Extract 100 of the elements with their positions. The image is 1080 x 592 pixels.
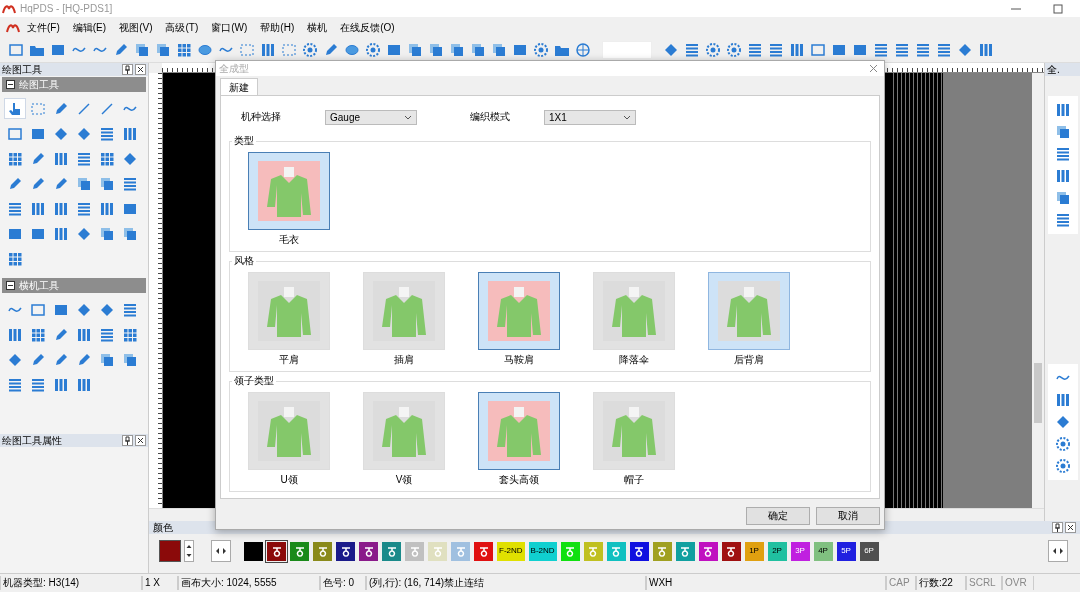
stripes-icon[interactable] [684,42,700,58]
color-swatch[interactable] [652,541,672,561]
close-icon[interactable] [135,435,146,446]
color-swatch[interactable] [698,541,718,561]
mode-dropdown[interactable]: 1X1 [544,109,636,125]
stack-icon[interactable] [449,42,465,58]
color-swatch[interactable] [359,541,378,561]
stripes-icon[interactable] [768,42,784,58]
color-swatch[interactable] [474,541,493,561]
scroll-arrows-icon[interactable] [211,540,231,562]
color-swatch[interactable] [405,541,424,561]
color-swatch[interactable] [629,541,649,561]
spinner-icon[interactable] [184,540,194,562]
color-swatch[interactable] [451,541,470,561]
dialog-button[interactable]: 确定 [746,507,810,525]
color-swatch[interactable] [606,541,626,561]
stack-icon[interactable] [491,42,507,58]
menu-item[interactable]: 视图(V) [112,20,159,35]
stripes-icon[interactable] [936,42,952,58]
scroll-arrows-icon[interactable] [1048,540,1068,562]
gear-icon[interactable] [705,42,721,58]
bars-icon[interactable] [1054,102,1071,118]
stripes-icon[interactable] [747,42,763,58]
diamond-icon[interactable] [663,42,679,58]
tab[interactable]: 新建 [220,78,258,95]
bars-icon[interactable] [789,42,805,58]
grid-icon[interactable] [176,42,192,58]
bars-icon[interactable] [978,42,994,58]
menu-item[interactable]: 帮助(H) [253,20,301,35]
menu-item[interactable]: 编辑(E) [65,20,113,35]
color-swatch[interactable] [313,541,332,561]
color-swatch[interactable]: 5P [836,541,856,561]
bars-icon[interactable] [1054,392,1071,408]
color-swatch[interactable] [382,541,401,561]
bars-icon[interactable] [260,42,276,58]
stack-icon[interactable] [1054,190,1071,206]
bars-icon[interactable] [1054,168,1071,184]
color-swatch[interactable] [583,541,603,561]
menu-item[interactable]: 横机 [300,20,334,35]
pin-icon[interactable] [122,64,133,75]
block-icon[interactable] [831,42,847,58]
stripes-icon[interactable] [894,42,910,58]
menu-item[interactable]: 高级(T) [158,20,205,35]
menu-item[interactable]: 在线反馈(O) [333,20,401,35]
close-icon[interactable] [1065,522,1076,533]
color-swatch[interactable] [267,541,286,561]
collapse-icon[interactable] [6,80,15,89]
scroll-thumb[interactable] [1034,363,1042,423]
stack-icon[interactable] [1054,124,1071,140]
color-swatch[interactable]: 1P [744,541,764,561]
block-icon[interactable] [50,42,66,58]
pencil-icon[interactable] [113,42,129,58]
block-icon[interactable] [512,42,528,58]
stripes-icon[interactable] [1054,146,1071,162]
stack-icon[interactable] [407,42,423,58]
color-swatch[interactable]: 2P [767,541,787,561]
restore-icon[interactable] [1052,3,1064,14]
color-swatch[interactable] [336,541,355,561]
diamond-icon[interactable] [957,42,973,58]
gear-icon[interactable] [533,42,549,58]
stack-icon[interactable] [428,42,444,58]
close-icon[interactable] [135,64,146,75]
stack-icon[interactable] [155,42,171,58]
gear-icon[interactable] [1054,436,1071,452]
gear-icon[interactable] [1054,458,1071,474]
stack-icon[interactable] [134,42,150,58]
gear-icon[interactable] [726,42,742,58]
collapse-icon[interactable] [6,281,15,290]
color-swatch[interactable] [244,541,263,561]
color-swatch[interactable] [675,541,695,561]
stripes-icon[interactable] [1054,212,1071,228]
color-swatch[interactable]: 4P [813,541,833,561]
circle-icon[interactable] [344,42,360,58]
block-icon[interactable] [852,42,868,58]
gear-icon[interactable] [302,42,318,58]
color-swatch[interactable] [560,541,580,561]
machine-dropdown[interactable]: Gauge [325,109,417,125]
color-swatch[interactable]: B-2ND [528,541,557,561]
menu-item[interactable]: 窗口(W) [204,20,254,35]
pin-icon[interactable] [122,435,133,446]
dialog-button[interactable]: 取消 [816,507,880,525]
stripes-icon[interactable] [873,42,889,58]
circle-icon[interactable] [197,42,213,58]
toolbar-field[interactable] [602,41,652,59]
color-swatch[interactable] [290,541,309,561]
color-swatch[interactable] [721,541,741,561]
square-icon[interactable] [810,42,826,58]
stripes-icon[interactable] [915,42,931,58]
pencil-icon[interactable] [323,42,339,58]
color-swatch[interactable]: F-2ND [497,541,525,561]
pin-icon[interactable] [1052,522,1063,533]
color-swatch[interactable] [428,541,447,561]
color-swatch[interactable]: 6P [859,541,879,561]
square-icon[interactable] [8,42,24,58]
color-swatch[interactable]: 3P [790,541,810,561]
gear-icon[interactable] [365,42,381,58]
globe-icon[interactable] [575,42,591,58]
block-icon[interactable] [386,42,402,58]
stack-icon[interactable] [470,42,486,58]
menu-item[interactable]: 文件(F) [20,20,66,35]
